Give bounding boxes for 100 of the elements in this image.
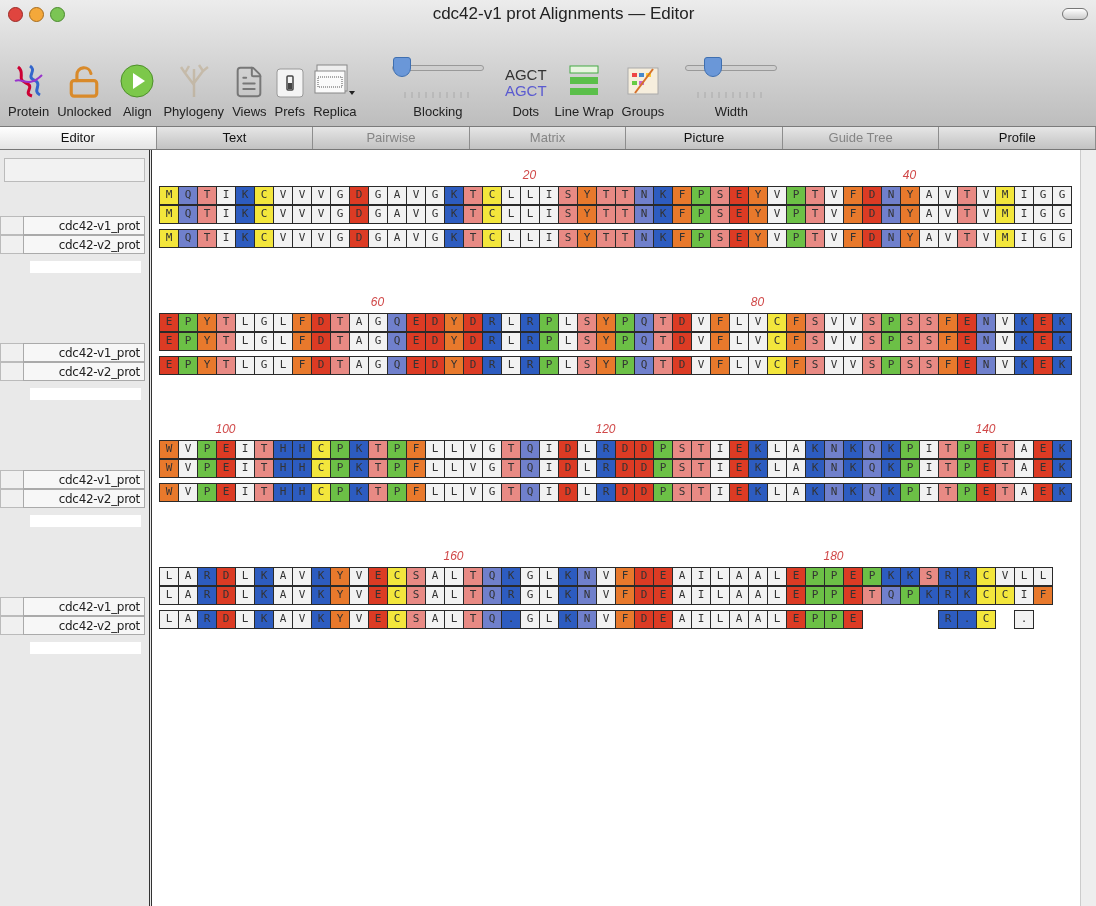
toolbar-button[interactable]: Prefs xyxy=(270,61,309,118)
scroll-bar[interactable] xyxy=(1080,150,1096,906)
residue-cell: K xyxy=(805,440,825,459)
ruler-label: 40 xyxy=(901,167,918,184)
consensus-cell: P xyxy=(691,229,711,248)
slider-thumb[interactable] xyxy=(704,57,723,77)
slider-thumb[interactable] xyxy=(392,57,411,77)
sequence-name-button[interactable]: cdc42-v1_prot xyxy=(23,470,145,489)
toolbar-button[interactable]: AGCT AGCT Dots xyxy=(500,61,551,118)
toolbar-button[interactable]: Protein xyxy=(4,61,54,118)
toolbar-label: Protein xyxy=(8,105,50,118)
toolbar-button[interactable]: Views xyxy=(228,61,271,118)
window-title: cdc42-v1 prot Alignments — Editor xyxy=(431,3,696,26)
consensus-cell: E xyxy=(786,610,806,629)
row-handle[interactable] xyxy=(0,616,24,635)
sequence-name-button[interactable]: cdc42-v1_prot xyxy=(23,597,145,616)
tab[interactable]: Editor xyxy=(0,127,157,149)
consensus-cell: V xyxy=(273,229,293,248)
row-handle[interactable] xyxy=(0,216,24,235)
residue-cell: E xyxy=(957,332,977,351)
consensus-cell: A xyxy=(786,483,806,502)
residue-cell: L xyxy=(501,186,521,205)
consensus-cell: R xyxy=(938,610,958,629)
residue-cell: L xyxy=(444,459,464,478)
toolbar-button[interactable]: Replica xyxy=(308,61,361,118)
residue-cell: R xyxy=(938,586,958,605)
residue-cell: L xyxy=(767,440,787,459)
residue-cell: L xyxy=(710,586,730,605)
toolbar-button[interactable]: Unlocked xyxy=(53,61,116,118)
residue-cell: Y xyxy=(748,205,768,224)
row-handle[interactable] xyxy=(0,597,24,616)
residue-cell: L xyxy=(501,205,521,224)
sequence-name-button[interactable]: cdc42-v1_prot xyxy=(23,343,145,362)
residue-cell: Y xyxy=(577,186,597,205)
sequence-name-button[interactable]: cdc42-v2_prot xyxy=(23,235,145,254)
toolbar-label: Replica xyxy=(313,105,357,118)
tab[interactable]: Picture xyxy=(626,127,783,149)
residue-cell: V xyxy=(311,205,331,224)
residue-cell: L xyxy=(558,313,578,332)
residue-cell: E xyxy=(729,205,749,224)
toolbar-button[interactable]: Groups xyxy=(617,61,669,118)
zoom-button[interactable] xyxy=(50,6,65,22)
residue-cell: I xyxy=(1014,586,1034,605)
consensus-cell: V xyxy=(824,229,844,248)
consensus-cell: . xyxy=(957,610,977,629)
consensus-cell: N xyxy=(824,483,844,502)
residue-cell: F xyxy=(843,186,863,205)
minimize-button[interactable] xyxy=(29,6,44,22)
sequence-name-button[interactable]: cdc42-v2_prot xyxy=(23,489,145,508)
residue-cell: R xyxy=(520,313,540,332)
residue-cell: N xyxy=(577,586,597,605)
residue-cell: K xyxy=(653,205,673,224)
consensus-cell: K xyxy=(881,483,901,502)
switch-icon xyxy=(274,67,305,99)
row-handle[interactable] xyxy=(0,489,24,508)
close-button[interactable] xyxy=(8,6,23,22)
tab[interactable]: Text xyxy=(156,127,314,149)
residue-cell: D xyxy=(862,186,882,205)
consensus-cell: G xyxy=(330,229,350,248)
residue-cell: K xyxy=(881,459,901,478)
consensus-cell: D xyxy=(862,229,882,248)
residue-cell: A xyxy=(425,567,445,586)
residue-cell: I xyxy=(710,440,730,459)
row-handle[interactable] xyxy=(0,470,24,489)
sequence-name-button[interactable]: cdc42-v2_prot xyxy=(23,616,145,635)
residue-cell: G xyxy=(520,586,540,605)
residue-cell: L xyxy=(501,332,521,351)
residue-cell: W xyxy=(159,459,179,478)
residue-cell: D xyxy=(311,332,331,351)
consensus-cell: T xyxy=(938,483,958,502)
consensus-cell: Y xyxy=(577,229,597,248)
row-handle[interactable] xyxy=(0,362,24,381)
consensus-cell: Q xyxy=(387,356,407,375)
residue-cell: I xyxy=(235,440,255,459)
residue-cell: I xyxy=(539,186,559,205)
consensus-cell: K xyxy=(843,483,863,502)
toolbar-toggle-button[interactable] xyxy=(1062,8,1088,20)
residue-cell: E xyxy=(159,313,179,332)
row-handle[interactable] xyxy=(0,343,24,362)
residue-cell: Q xyxy=(482,567,502,586)
sequence-name-button[interactable]: cdc42-v2_prot xyxy=(23,362,145,381)
consensus-cell: P xyxy=(786,229,806,248)
toolbar-button[interactable]: Line Wrap xyxy=(550,61,618,118)
consensus-cell: L xyxy=(444,610,464,629)
consensus-cell: E xyxy=(957,356,977,375)
residue-cell: F xyxy=(615,586,635,605)
row-handle[interactable] xyxy=(0,235,24,254)
sequence-name-button[interactable]: cdc42-v1_prot xyxy=(23,216,145,235)
residue-cell: S xyxy=(406,567,426,586)
consensus-cell: Q xyxy=(862,483,882,502)
toolbar-button[interactable]: Align xyxy=(115,61,160,118)
consensus-cell: V xyxy=(976,229,996,248)
residue-cell: E xyxy=(976,459,996,478)
residue-cell: Q xyxy=(178,205,198,224)
ruler-label: 180 xyxy=(822,548,845,565)
residue-cell: I xyxy=(539,440,559,459)
consensus-cell: L xyxy=(767,483,787,502)
consensus-cell: T xyxy=(691,483,711,502)
residue-cell: Y xyxy=(596,313,616,332)
tab[interactable]: Profile xyxy=(939,127,1096,149)
